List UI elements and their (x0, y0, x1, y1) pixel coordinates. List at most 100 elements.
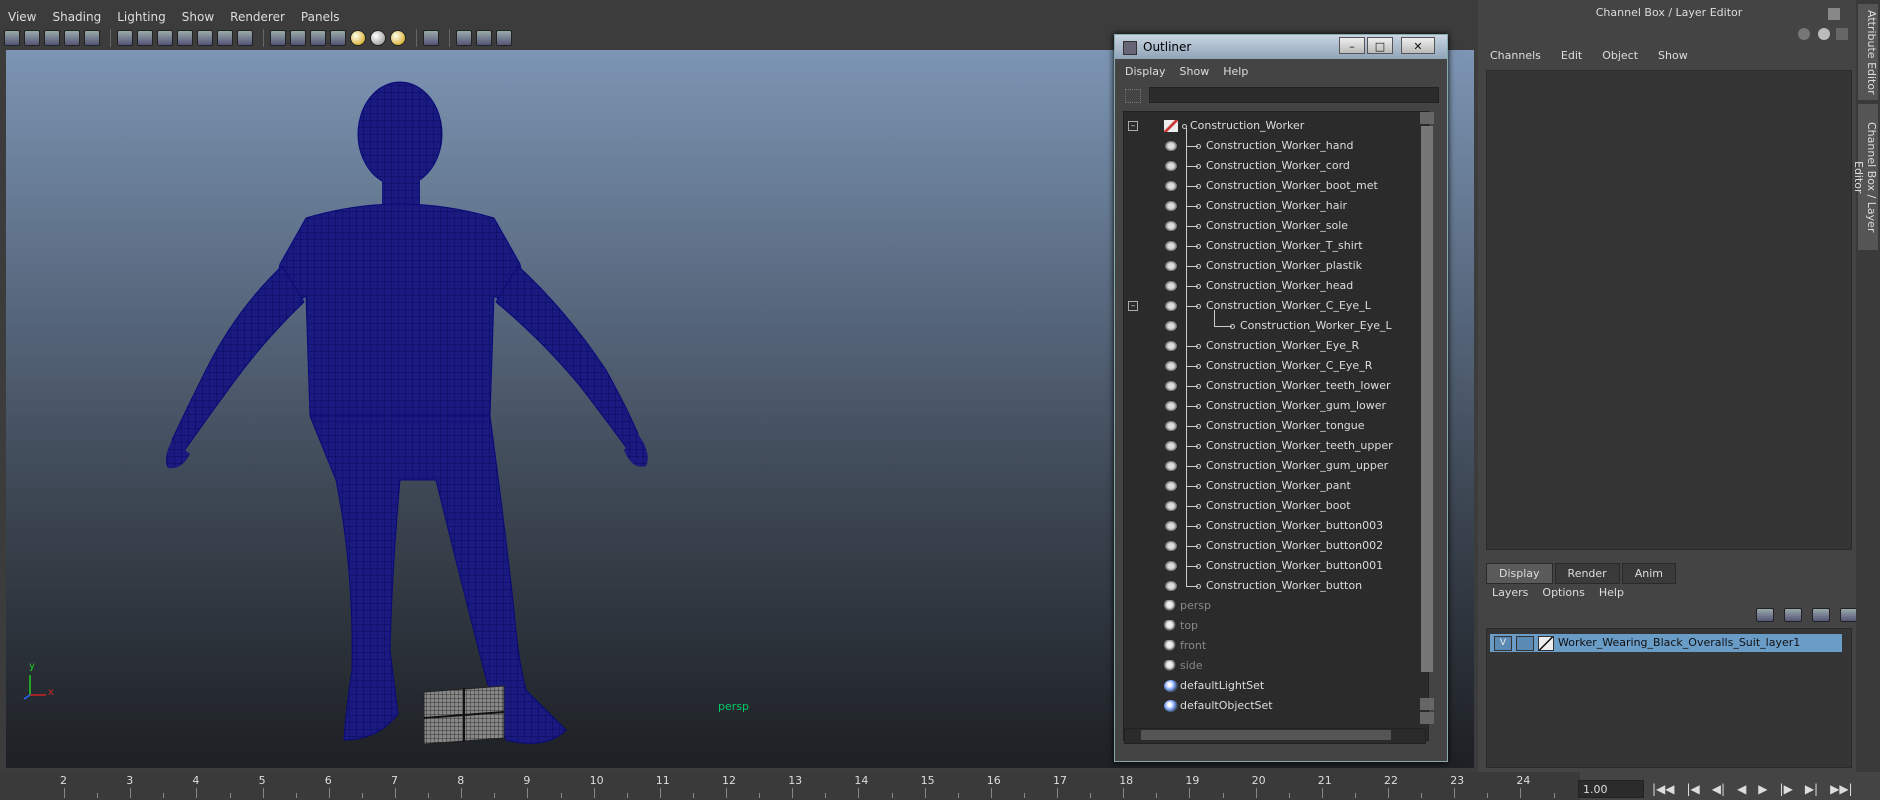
smooth-shade-icon[interactable] (290, 30, 306, 46)
xray-icon[interactable] (456, 30, 472, 46)
tree-item[interactable]: Construction_Worker_head (1124, 276, 1424, 296)
tree-item[interactable]: Construction_Worker_hand (1124, 136, 1424, 156)
tree-item[interactable]: Construction_Worker_plastik (1124, 256, 1424, 276)
scroll-down-arrow-icon[interactable] (1420, 712, 1434, 724)
image-plane-icon[interactable] (64, 30, 80, 46)
step-forward-frame-icon[interactable]: |▶ (1780, 782, 1793, 796)
tree-item[interactable]: Construction_Worker_cord (1124, 156, 1424, 176)
collapse-toggle[interactable]: – (1128, 301, 1138, 311)
channel-box-menu-show[interactable]: Show (1658, 49, 1688, 62)
tree-item[interactable]: Construction_Worker_pant (1124, 476, 1424, 496)
play-forwards-icon[interactable]: ▶ (1758, 782, 1767, 796)
tree-item[interactable]: defaultLightSet (1124, 676, 1424, 696)
film-gate-icon[interactable] (137, 30, 153, 46)
panel-toggle-icon[interactable] (1828, 8, 1840, 20)
tree-item[interactable]: Construction_Worker_Eye_L (1124, 316, 1424, 336)
scroll-up-arrow-icon[interactable] (1420, 698, 1434, 710)
collapse-toggle[interactable]: – (1128, 121, 1138, 131)
tree-item[interactable]: Construction_Worker_C_Eye_L (1124, 296, 1424, 316)
outliner-filter-input[interactable] (1149, 87, 1439, 103)
outliner-tree[interactable]: Construction_Worker – Construction_Worker_… (1123, 111, 1429, 741)
tree-item[interactable]: Construction_Worker_boot (1124, 496, 1424, 516)
tab-display[interactable]: Display (1486, 563, 1553, 584)
field-chart-icon[interactable] (197, 30, 213, 46)
safe-title-icon[interactable] (237, 30, 253, 46)
channel-box-menu-channels[interactable]: Channels (1490, 49, 1541, 62)
outliner-menu-show[interactable]: Show (1180, 65, 1210, 78)
viewport-menu-view[interactable]: View (8, 10, 36, 24)
tab-channel-box-layer-editor[interactable]: Channel Box / Layer Editor (1852, 104, 1878, 250)
tab-render[interactable]: Render (1554, 563, 1620, 584)
maximize-button[interactable]: □ (1367, 37, 1393, 54)
resolution-gate-icon[interactable] (157, 30, 173, 46)
wireframe-icon[interactable] (270, 30, 286, 46)
camera-attributes-icon[interactable] (24, 30, 40, 46)
shadows-icon[interactable] (370, 30, 386, 46)
tree-item[interactable]: Construction_Worker_gum_lower (1124, 396, 1424, 416)
minimize-button[interactable]: – (1339, 37, 1365, 54)
circle-icon[interactable] (1818, 28, 1830, 40)
play-backwards-icon[interactable]: ◀ (1737, 782, 1746, 796)
step-back-key-icon[interactable]: |◀ (1687, 782, 1700, 796)
viewport-menu-lighting[interactable]: Lighting (117, 10, 166, 24)
safe-action-icon[interactable] (217, 30, 233, 46)
bookmark-icon[interactable] (44, 30, 60, 46)
high-quality-icon[interactable] (390, 30, 406, 46)
tree-item[interactable]: Construction_Worker_Eye_R (1124, 336, 1424, 356)
textured-icon[interactable] (330, 30, 346, 46)
hscroll-thumb[interactable] (1141, 730, 1391, 740)
gate-mask-icon[interactable] (177, 30, 193, 46)
channel-box-area[interactable] (1486, 70, 1852, 550)
outliner-menu-display[interactable]: Display (1125, 65, 1166, 78)
tree-item[interactable]: top (1124, 616, 1424, 636)
isolate-select-icon[interactable] (423, 30, 439, 46)
pencil-icon[interactable] (1836, 28, 1848, 40)
move-layer-down-icon[interactable] (1784, 608, 1802, 622)
layer-row[interactable]: V Worker_Wearing_Black_Overalls_Suit_lay… (1490, 634, 1842, 652)
step-forward-key-icon[interactable]: ▶| (1805, 782, 1818, 796)
tree-item[interactable]: Construction_Worker_tongue (1124, 416, 1424, 436)
move-layer-up-icon[interactable] (1756, 608, 1774, 622)
outliner-title-bar[interactable]: Outliner – □ ✕ (1115, 35, 1447, 59)
time-slider[interactable]: 2 3 4 5 6 7 8 9 10 11 12 13 14 15 16 17 18 19 20 21 22 23 24 (0, 772, 1580, 800)
tree-item[interactable]: Construction_Worker_button003 (1124, 516, 1424, 536)
go-to-end-icon[interactable]: ▶▶| (1830, 782, 1853, 796)
layer-menu-options[interactable]: Options (1542, 586, 1584, 599)
tree-item[interactable]: defaultObjectSet (1124, 696, 1424, 716)
backface-culling-icon[interactable] (496, 30, 512, 46)
go-to-start-icon[interactable]: |◀◀ (1652, 782, 1675, 796)
tree-item[interactable]: front (1124, 636, 1424, 656)
channel-box-menu-edit[interactable]: Edit (1561, 49, 1582, 62)
layer-menu-help[interactable]: Help (1599, 586, 1624, 599)
tab-attribute-editor[interactable]: Attribute Editor (1858, 4, 1878, 100)
tree-item[interactable]: Construction_Worker_boot_met (1124, 176, 1424, 196)
grid-icon[interactable] (117, 30, 133, 46)
tree-item[interactable]: Construction_Worker_hair (1124, 196, 1424, 216)
tree-item[interactable]: Construction_Worker_button001 (1124, 556, 1424, 576)
channel-box-menu-object[interactable]: Object (1602, 49, 1638, 62)
layer-menu-layers[interactable]: Layers (1492, 586, 1528, 599)
tree-item[interactable]: Construction_Worker_T_shirt (1124, 236, 1424, 256)
viewport-menu-panels[interactable]: Panels (301, 10, 340, 24)
current-time-field[interactable]: 1.00 (1578, 780, 1644, 798)
tree-item[interactable]: Construction_Worker (1124, 116, 1424, 136)
tab-anim[interactable]: Anim (1621, 563, 1676, 584)
scroll-thumb[interactable] (1421, 126, 1433, 672)
viewport-menu-renderer[interactable]: Renderer (230, 10, 285, 24)
select-camera-icon[interactable] (4, 30, 20, 46)
viewport-menu-shading[interactable]: Shading (52, 10, 101, 24)
outliner-menu-help[interactable]: Help (1223, 65, 1248, 78)
tree-item[interactable]: Construction_Worker_gum_upper (1124, 456, 1424, 476)
tree-item[interactable]: Construction_Worker_C_Eye_R (1124, 356, 1424, 376)
tree-item[interactable]: Construction_Worker_teeth_lower (1124, 376, 1424, 396)
close-button[interactable]: ✕ (1401, 37, 1435, 54)
tree-item[interactable]: Construction_Worker_teeth_upper (1124, 436, 1424, 456)
tree-item[interactable]: persp (1124, 596, 1424, 616)
tree-item[interactable]: Construction_Worker_button002 (1124, 536, 1424, 556)
scroll-up-arrow-icon[interactable] (1420, 112, 1434, 124)
layer-visibility-toggle[interactable]: V (1494, 636, 1512, 651)
outliner-horizontal-scrollbar[interactable] (1124, 728, 1426, 744)
wireframe-on-shaded-icon[interactable] (310, 30, 326, 46)
layer-playback-toggle[interactable] (1516, 636, 1534, 651)
viewport-menu-show[interactable]: Show (182, 10, 214, 24)
